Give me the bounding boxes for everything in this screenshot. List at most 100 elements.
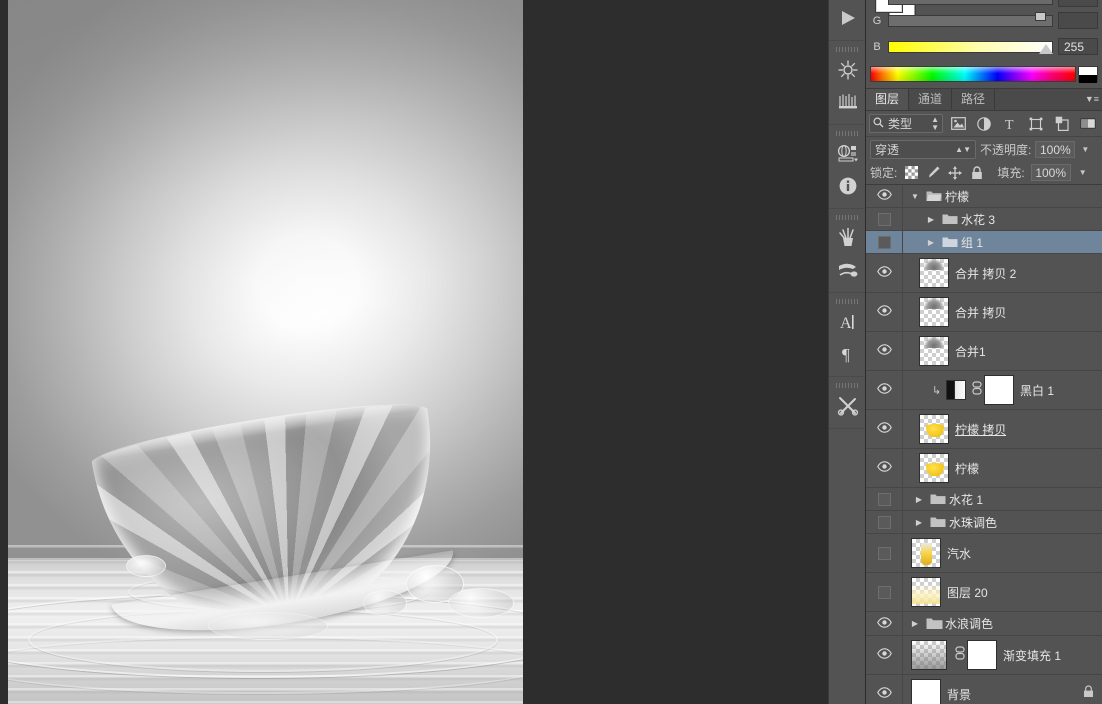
visibility-toggle[interactable] [866,332,903,370]
fill-value[interactable]: 100% [1030,164,1071,181]
dock-drag-handle[interactable] [836,299,858,304]
visibility-toggle[interactable] [866,488,903,510]
layer-row[interactable]: 柠檬 [866,449,1102,488]
visibility-toggle[interactable] [866,293,903,331]
layer-list[interactable]: ▼ 柠檬 ▶ 水花 3 ▶ 组 1 合并 拷贝 2 合并 拷贝 合并1 ↳ 黑白… [866,185,1102,704]
layer-thumbnail[interactable] [919,297,949,327]
tab-layers[interactable]: 图层 [866,89,910,110]
layer-thumbnail[interactable] [911,679,941,704]
color-slider-row-r[interactable] [866,0,1098,7]
visibility-toggle[interactable] [866,371,903,409]
tab-paths[interactable]: 路径 [952,89,996,110]
layer-body[interactable]: 合并1 [903,332,1102,370]
smart-object-filter-icon[interactable] [1051,114,1073,134]
layer-name[interactable]: 水珠调色 [949,514,997,531]
layer-row[interactable]: 汽水 [866,534,1102,573]
layer-row[interactable]: 柠檬 拷贝 [866,410,1102,449]
channel-value-r[interactable] [1058,0,1098,7]
gradient-fill-thumbnail[interactable] [911,640,947,670]
fill-stepper-icon[interactable]: ▼ [1077,168,1089,177]
adjustment-filter-icon[interactable] [973,114,995,134]
visibility-toggle[interactable] [866,449,903,487]
layer-mask-thumbnail[interactable] [984,375,1014,405]
shape-filter-icon[interactable] [1025,114,1047,134]
layer-name[interactable]: 柠檬 [955,460,979,477]
layer-name[interactable]: 组 1 [961,234,983,251]
paragraph-icon[interactable]: ¶ [829,338,867,370]
color-spectrum-ramp[interactable] [870,66,1076,82]
layer-thumbnail[interactable] [919,336,949,366]
visibility-toggle[interactable] [866,675,903,704]
layer-row-group-selected[interactable]: ▶ 组 1 [866,231,1102,254]
color-slider-row-g[interactable]: G [866,11,1098,29]
visibility-toggle[interactable] [866,185,903,207]
layer-name[interactable]: 汽水 [947,545,971,562]
visibility-toggle[interactable] [866,511,903,533]
layer-name[interactable]: 合并 拷贝 [955,304,1006,321]
layer-body[interactable]: 合并 拷贝 [903,293,1102,331]
character-icon[interactable]: A [829,306,867,338]
panel-menu-icon[interactable]: ▼≡ [1085,94,1099,104]
layer-thumbnail[interactable] [911,577,941,607]
disclosure-triangle-icon[interactable]: ▶ [911,495,927,504]
visibility-toggle[interactable] [866,573,903,611]
brushes-icon[interactable] [829,222,867,254]
channel-slider-r[interactable] [888,0,1053,5]
pixel-filter-icon[interactable] [947,114,969,134]
visibility-toggle[interactable] [866,410,903,448]
layer-thumbnail[interactable] [919,414,949,444]
layer-body[interactable]: 汽水 [903,534,1102,572]
blend-mode-select[interactable]: 穿透 ▲▼ [870,139,976,159]
brush-preset-icon[interactable] [829,86,867,118]
channel-slider-g[interactable] [888,11,1053,27]
layer-row-fill[interactable]: 渐变填充 1 [866,636,1102,675]
filter-type-select[interactable]: 类型 ▲ ▼ [869,114,943,133]
visibility-toggle[interactable] [866,636,903,674]
layer-body[interactable]: ↳ 黑白 1 [903,371,1102,409]
layer-thumbnail[interactable] [919,453,949,483]
history-snapshot-icon[interactable] [829,54,867,86]
layer-body[interactable]: ▶ 水浪调色 [903,612,1102,635]
black-swatch[interactable] [1079,75,1097,83]
layer-body[interactable]: 合并 拷贝 2 [903,254,1102,292]
dock-drag-handle[interactable] [836,131,858,136]
lock-image-icon[interactable] [925,165,941,181]
color-slider-row-b[interactable]: B 255 [866,38,1098,55]
layer-body[interactable]: ▶ 组 1 [903,231,1102,253]
layer-thumbnail[interactable] [911,538,941,568]
collapsed-panel-dock[interactable]: A ¶ [828,0,866,704]
layer-body[interactable]: 背景 [903,675,1102,704]
filter-toggle-icon[interactable] [1077,114,1099,134]
type-filter-icon[interactable]: T [999,114,1021,134]
lock-position-icon[interactable] [947,165,963,181]
layer-thumbnail[interactable] [919,258,949,288]
layer-row[interactable]: 合并 拷贝 [866,293,1102,332]
layer-name[interactable]: 渐变填充 1 [1003,647,1061,664]
opacity-value[interactable]: 100% [1035,140,1076,158]
layer-body[interactable]: 图层 20 [903,573,1102,611]
dock-drag-handle[interactable] [836,215,858,220]
layer-row[interactable]: 图层 20 [866,573,1102,612]
disclosure-triangle-icon[interactable]: ▼ [907,192,923,201]
clone-source-icon[interactable] [829,254,867,286]
disclosure-triangle-icon[interactable]: ▶ [907,619,923,628]
disclosure-triangle-icon[interactable]: ▶ [911,518,927,527]
layer-body[interactable]: 柠檬 拷贝 [903,410,1102,448]
lock-all-icon[interactable] [969,165,985,181]
layer-row-group[interactable]: ▶ 水花 1 [866,488,1102,511]
disclosure-triangle-icon[interactable]: ▶ [923,238,939,247]
layer-name[interactable]: 水浪调色 [945,615,993,632]
info-icon[interactable] [829,170,867,202]
layer-row-group[interactable]: ▶ 水浪调色 [866,612,1102,636]
disclosure-triangle-icon[interactable]: ▶ [923,215,939,224]
layer-body[interactable]: ▶ 水花 1 [903,488,1102,510]
layer-body[interactable]: 渐变填充 1 [903,636,1102,674]
adjustment-thumbnail[interactable] [946,380,966,400]
lock-transparency-icon[interactable] [903,165,919,181]
layer-body[interactable]: 柠檬 [903,449,1102,487]
visibility-toggle[interactable] [866,208,903,230]
layer-row[interactable]: 合并 拷贝 2 [866,254,1102,293]
layer-row-group[interactable]: ▶ 水花 3 [866,208,1102,231]
dock-drag-handle[interactable] [836,47,858,52]
layer-row-background[interactable]: 背景 [866,675,1102,704]
